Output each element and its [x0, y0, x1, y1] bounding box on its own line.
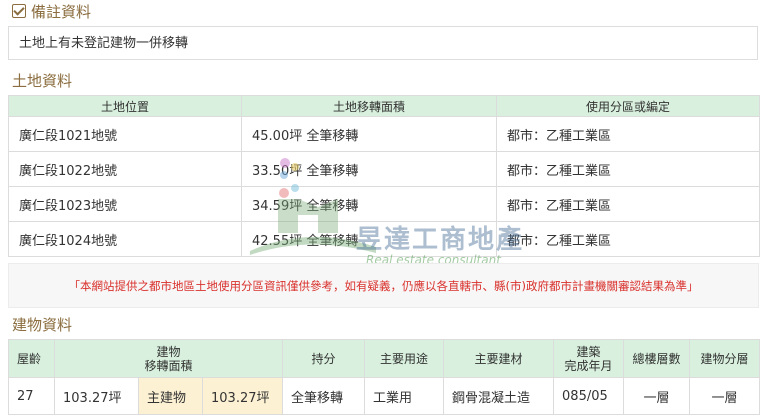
- building-section-title: 建物資料: [12, 316, 73, 334]
- building-table: 屋齡 建物 移轉面積 持分 主要用途 主要建材 建築 完成年月 總樓層數 建物分…: [8, 339, 761, 415]
- building-header-floor: 建物分層: [689, 339, 761, 378]
- building-header-area-line1: 建物: [156, 344, 181, 359]
- building-total-area: 103.27坪: [54, 377, 139, 415]
- land-area: 33.50坪 全筆移轉: [241, 151, 497, 187]
- building-floor: 一層: [689, 377, 761, 415]
- land-zoning: 都市：乙種工業區: [496, 151, 760, 187]
- remarks-title: 備註資料: [12, 2, 91, 22]
- remarks-text: 土地上有未登記建物一併移轉: [19, 36, 189, 51]
- building-header-area: 建物 移轉面積: [53, 339, 284, 378]
- building-header-material: 主要建材: [443, 339, 555, 378]
- building-header-area-line2: 移轉面積: [144, 358, 193, 373]
- building-header-share: 持分: [282, 339, 366, 378]
- table-row: 廣仁段1023地號 34.59坪 全筆移轉 都市：乙種工業區: [8, 186, 760, 222]
- building-header-built-line2: 完成年月: [564, 358, 613, 373]
- building-built: 085/05: [553, 377, 625, 415]
- building-share: 全筆移轉: [282, 377, 366, 415]
- land-zoning: 都市：乙種工業區: [496, 116, 760, 152]
- land-area: 42.55坪 全筆移轉: [241, 221, 497, 257]
- table-row: 廣仁段1024地號 42.55坪 全筆移轉 都市：乙種工業區: [8, 221, 760, 257]
- land-zoning: 都市：乙種工業區: [496, 221, 760, 257]
- land-header-area: 土地移轉面積: [241, 95, 497, 117]
- building-header-floors: 總樓層數: [623, 339, 691, 378]
- building-main-label: 主建物: [138, 377, 203, 415]
- land-area: 45.00坪 全筆移轉: [241, 116, 497, 152]
- land-area: 34.59坪 全筆移轉: [241, 186, 497, 222]
- building-material: 鋼骨混凝土造: [443, 377, 555, 415]
- land-location: 廣仁段1023地號: [8, 186, 242, 222]
- building-header-use: 主要用途: [364, 339, 445, 378]
- table-row: 廣仁段1021地號 45.00坪 全筆移轉 都市：乙種工業區: [8, 116, 760, 152]
- building-header-built: 建築 完成年月: [553, 339, 625, 378]
- remarks-box: 土地上有未登記建物一併移轉: [8, 26, 758, 60]
- land-section-title: 土地資料: [12, 72, 73, 90]
- building-header-built-line1: 建築: [576, 344, 601, 359]
- land-zoning: 都市：乙種工業區: [496, 186, 760, 222]
- building-header-age: 屋齡: [8, 339, 55, 378]
- land-table: 土地位置 土地移轉面積 使用分區或編定 廣仁段1021地號 45.00坪 全筆移…: [8, 95, 760, 257]
- remarks-title-text: 備註資料: [31, 3, 92, 21]
- land-header-location: 土地位置: [8, 95, 242, 117]
- checkbox-icon: [12, 4, 26, 18]
- land-header-row: 土地位置 土地移轉面積 使用分區或編定: [8, 95, 760, 117]
- land-location: 廣仁段1024地號: [8, 221, 242, 257]
- table-row: 廣仁段1022地號 33.50坪 全筆移轉 都市：乙種工業區: [8, 151, 760, 187]
- land-location: 廣仁段1021地號: [8, 116, 242, 152]
- land-location: 廣仁段1022地號: [8, 151, 242, 187]
- building-main-area: 103.27坪: [201, 377, 284, 415]
- building-age: 27: [8, 377, 55, 415]
- table-row: 27 103.27坪 主建物 103.27坪 全筆移轉 工業用 鋼骨混凝土造 0…: [8, 377, 761, 415]
- building-header-row: 屋齡 建物 移轉面積 持分 主要用途 主要建材 建築 完成年月 總樓層數 建物分…: [8, 339, 761, 378]
- zoning-notice: 「本網站提供之都市地區土地使用分區資訊僅供參考，如有疑義，仍應以各直轄市、縣(市…: [8, 263, 759, 308]
- building-use: 工業用: [364, 377, 445, 415]
- building-floors: 一層: [623, 377, 691, 415]
- land-header-zoning: 使用分區或編定: [496, 95, 760, 117]
